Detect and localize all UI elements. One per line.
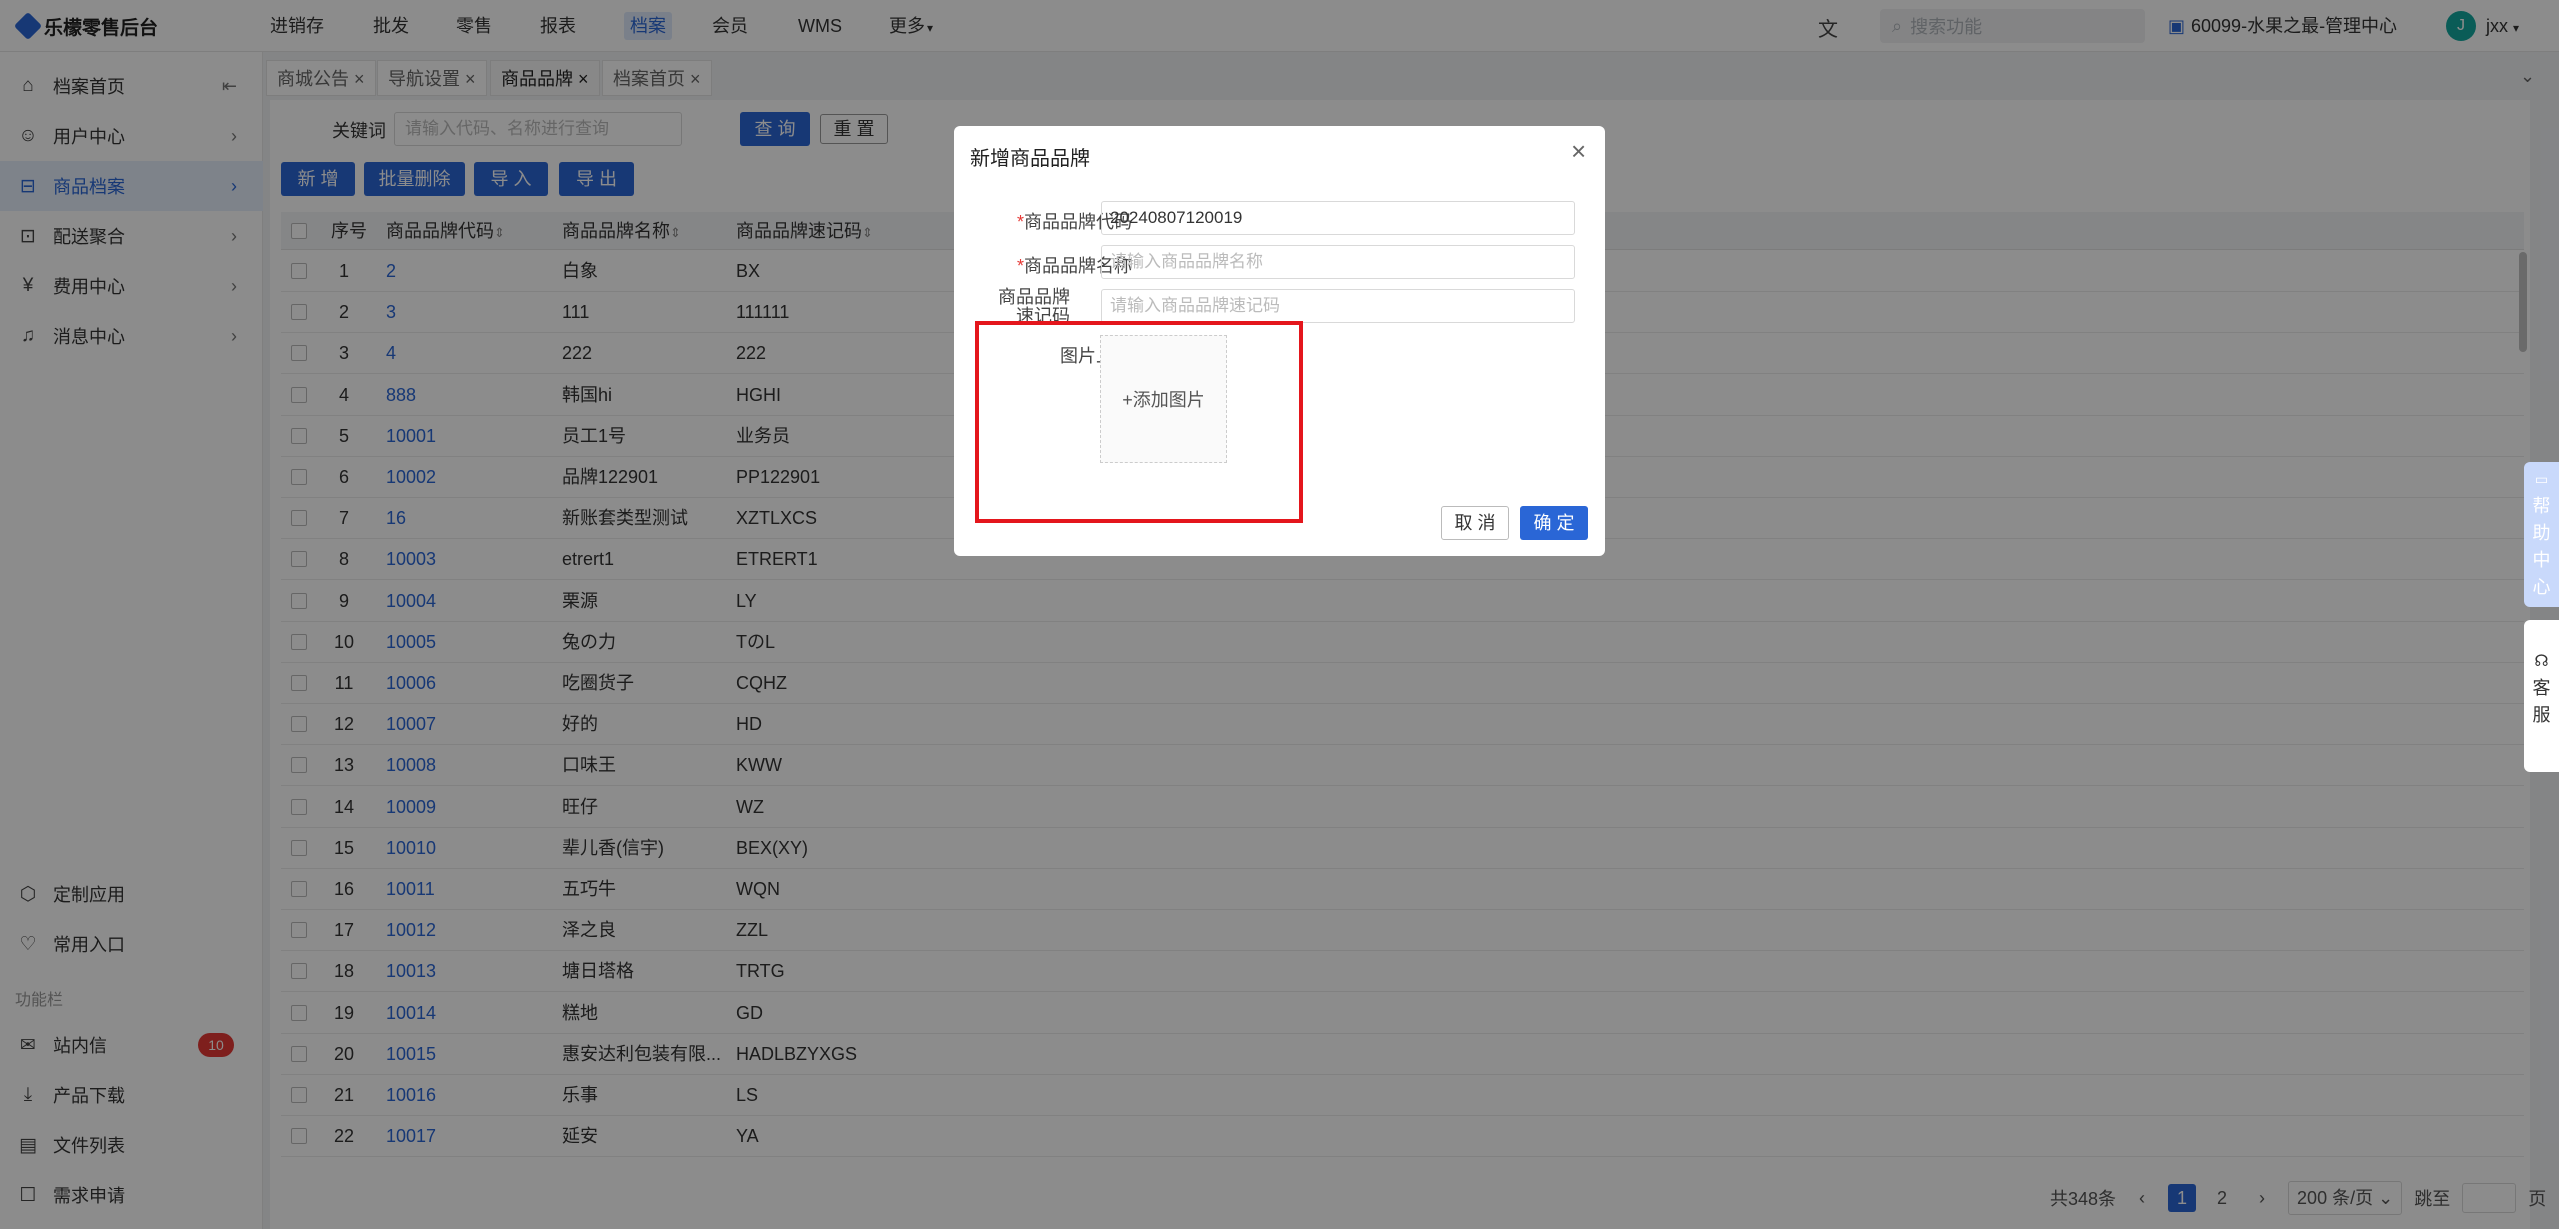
required-mark: * (1016, 256, 1024, 276)
dialog-title: 新增商品品牌 (970, 148, 1090, 170)
brand-shortcode-input[interactable]: 请输入商品品牌速记码 (1101, 289, 1575, 323)
required-mark: * (1016, 212, 1024, 232)
help-char: 帮 (2532, 496, 2551, 516)
service-char: 客 (2532, 678, 2551, 698)
service-char: 服 (2532, 705, 2551, 725)
brand-code-input[interactable]: 20240807120019 (1101, 201, 1575, 235)
highlight-box (975, 321, 1303, 523)
cancel-button[interactable]: 取 消 (1441, 506, 1509, 540)
help-char: 中 (2532, 550, 2551, 570)
help-icon: ▭ (2534, 471, 2549, 487)
help-center-button[interactable]: ▭ 帮 助 中 心 (2524, 462, 2559, 607)
headset-icon: ☊ (2534, 653, 2549, 670)
help-char: 心 (2532, 577, 2551, 597)
confirm-button[interactable]: 确 定 (1520, 506, 1588, 540)
customer-service-button[interactable]: ☊ 客 服 (2524, 620, 2559, 772)
help-char: 助 (2532, 523, 2551, 543)
close-icon[interactable]: × (1571, 136, 1586, 167)
brand-name-input[interactable]: 请输入商品品牌名称 (1101, 245, 1575, 279)
